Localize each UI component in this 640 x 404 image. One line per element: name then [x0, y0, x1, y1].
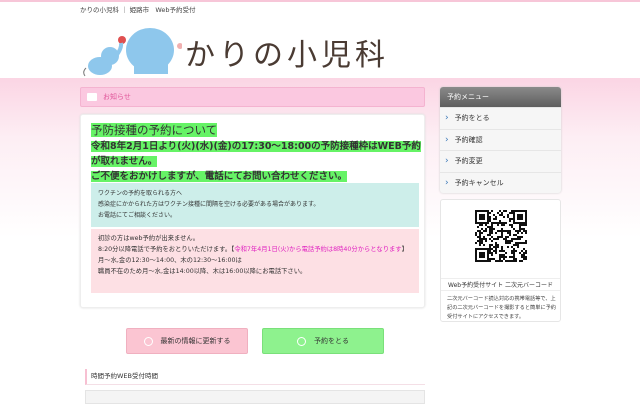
qr-description: 二次元バーコード読込対応の携帯電話等で、上記の二次元バーコードを撮影すると簡単に… [447, 296, 556, 320]
menu-item-label: 予約キャンセル [454, 178, 504, 187]
qr-code-icon [475, 210, 527, 262]
breadcrumb-site[interactable]: かりの小児科 [80, 6, 119, 14]
header: かりの小児科 [0, 14, 640, 78]
qr-caption: Web予約受付サイト 二次元バーコード [441, 278, 560, 291]
qr-code-panel: Web予約受付サイト 二次元バーコード 二次元バーコード読込対応の携帯電話等で、… [440, 199, 561, 322]
elephant-logo-icon [83, 28, 182, 77]
menu-title: 予約メニュー [440, 87, 561, 107]
breadcrumb-page: Web予約受付 [155, 6, 196, 14]
first-visit-line: 初診の方はweb予約が出来ません。 [98, 235, 199, 242]
site-name[interactable]: かりの小児科 [185, 30, 389, 74]
hours-table-header [85, 390, 425, 404]
notice-line2: ご不便をおかけしますが、電話にてお問い合わせください。 [91, 171, 348, 182]
vaccine-line: お電話にてご相談ください。 [98, 212, 177, 219]
reservation-menu: 予約メニュー › 予約をとる › 予約確認 › 予約変更 › 予約キャンセル [440, 87, 561, 193]
refresh-icon [143, 336, 153, 346]
menu-item-label: 予約をとる [454, 114, 490, 123]
notice-panel: 予防接種の予約について 令和8年2月1日より(火)(水)(金)の17:30～18… [80, 114, 425, 308]
vaccine-line: ワクチンの予約を取られる方へ [98, 190, 183, 197]
notice-heading: 予防接種の予約について [91, 123, 218, 138]
notice-header: お知らせ [80, 87, 425, 107]
menu-item-label: 予約変更 [454, 157, 483, 166]
first-visit-line: 月～水,金の12:30～14:00、木の12:30～16:00は [98, 257, 242, 264]
refresh-button[interactable]: 最新の情報に更新する [126, 328, 248, 354]
menu-item-change[interactable]: › 予約変更 [440, 150, 561, 172]
chevron-right-icon: › [445, 113, 449, 124]
vaccine-line: 感染症にかかられた方はワクチン接種に間隔を空ける必要がある場合があります。 [98, 201, 320, 208]
notice-title: お知らせ [103, 93, 131, 101]
notice-heading-text: 予防接種の予約について [91, 123, 218, 137]
notice-icon [87, 93, 97, 101]
chevron-right-icon: › [445, 134, 449, 145]
phone-time-change: 令和7年4月1日(火)から電話予約は8時40分からとなります [234, 246, 402, 253]
breadcrumb-separator: ｜ [121, 6, 128, 14]
phone-note: 8:20分以降電話で予約をおとりいただけます。 [98, 246, 232, 253]
refresh-label: 最新の情報に更新する [160, 337, 231, 345]
notice-body: 令和8年2月1日より(火)(水)(金)の17:30～18:00の予防接種枠はWE… [91, 139, 421, 184]
menu-item-cancel[interactable]: › 予約キャンセル [440, 171, 561, 194]
chevron-right-icon: › [445, 156, 449, 167]
first-visit-notice-box: 初診の方はweb予約が出来ません。 8:20分以降電話で予約をおとりいただけます… [91, 229, 419, 293]
breadcrumb-city: 姫路市 [129, 6, 150, 14]
reserve-button[interactable]: 予約をとる [262, 328, 384, 354]
reserve-label: 予約をとる [314, 337, 349, 345]
first-visit-line: 職員不在のため月～水,金は14:00以降、木は16:00以降にお電話下さい。 [98, 268, 307, 275]
bracket-close: 】 [401, 246, 408, 253]
chevron-right-icon: › [445, 177, 449, 188]
notice-line1: 令和8年2月1日より(火)(水)(金)の17:30～18:00の予防接種枠はWE… [91, 141, 421, 167]
menu-item-confirm[interactable]: › 予約確認 [440, 128, 561, 151]
reserve-icon [297, 336, 306, 346]
vaccine-notice-box: ワクチンの予約を取られる方へ 感染症にかかられた方はワクチン接種に間隔を空ける必… [91, 183, 419, 227]
breadcrumb: かりの小児科 ｜ 姫路市 Web予約受付 [80, 4, 196, 14]
top-accent-line [0, 0, 640, 2]
menu-item-label: 予約確認 [454, 135, 483, 144]
first-visit-line: 8:20分以降電話で予約をおとりいただけます。【令和7年4月1日(火)から電話予… [98, 244, 412, 255]
menu-item-reserve[interactable]: › 予約をとる [440, 107, 561, 129]
section-title: 時間予約WEB受付時間 [85, 369, 425, 385]
